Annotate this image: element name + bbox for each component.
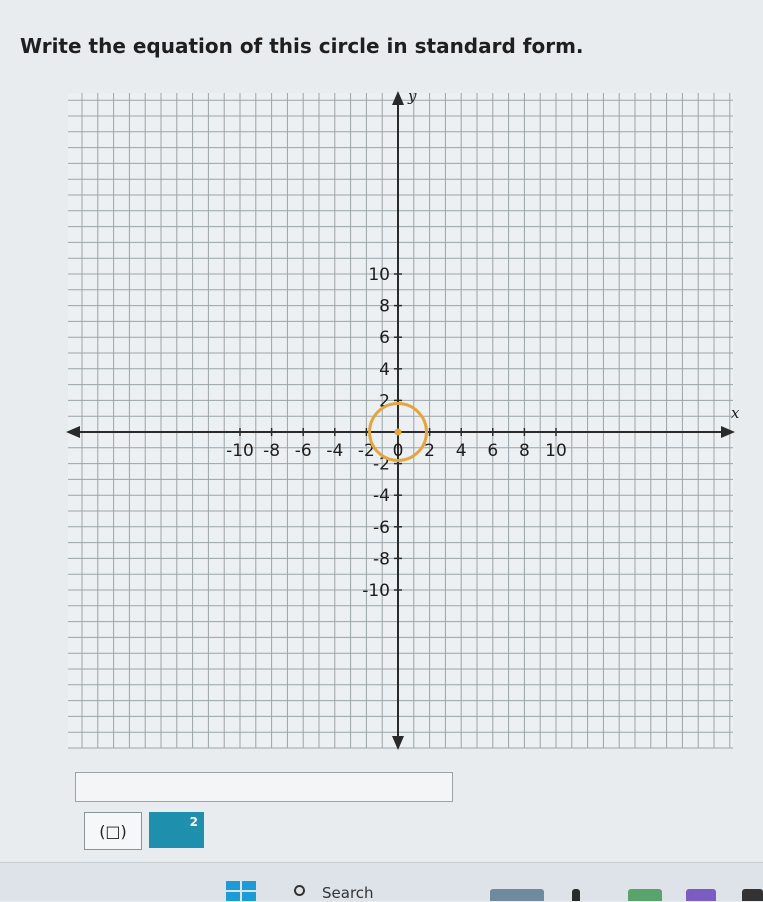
- y-tick-label: 6: [379, 328, 390, 348]
- grid-lines: [68, 93, 733, 749]
- x-axis-label: x: [731, 404, 740, 422]
- exponent-square-button[interactable]: 2: [149, 812, 204, 848]
- taskbar-search-label[interactable]: Search: [322, 884, 374, 902]
- y-tick-label: -4: [373, 486, 390, 506]
- parentheses-square-button[interactable]: (□): [84, 812, 142, 850]
- x-tick-label: 2: [424, 441, 435, 461]
- search-icon[interactable]: [294, 885, 305, 896]
- app-icon-5[interactable]: [742, 889, 763, 901]
- x-tick-label: 10: [545, 441, 567, 461]
- graph-background: [68, 93, 733, 748]
- x-tick-label: -4: [326, 441, 343, 461]
- windows-start-icon[interactable]: [226, 881, 256, 901]
- taskbar: Search: [0, 862, 763, 902]
- app-icon-1[interactable]: [490, 889, 544, 901]
- y-axis-label: y: [407, 87, 417, 105]
- answer-input[interactable]: [75, 772, 453, 802]
- x-tick-label: 4: [456, 441, 467, 461]
- y-tick-label: -8: [373, 549, 390, 569]
- x-tick-label: -6: [295, 441, 312, 461]
- y-tick-label: 4: [379, 360, 390, 380]
- exponent-label: 2: [189, 815, 198, 829]
- y-tick-label: 10: [368, 265, 390, 285]
- app-icon-2[interactable]: [572, 889, 580, 901]
- app-icon-3[interactable]: [628, 889, 662, 901]
- y-tick-label: -10: [362, 581, 390, 601]
- y-tick-label: 8: [379, 297, 390, 317]
- circle-center-point: [394, 428, 402, 436]
- app-icon-4[interactable]: [686, 889, 716, 901]
- y-tick-label: -6: [373, 518, 390, 538]
- x-tick-label: -8: [263, 441, 280, 461]
- coordinate-graph[interactable]: -10 -8 -6 -4 -2 0 2 4 6 8 10 108642-2-4-6-8-10 x y: [0, 0, 763, 770]
- x-tick-label: -10: [226, 441, 254, 461]
- x-tick-label: 8: [519, 441, 530, 461]
- x-tick-label: 0: [393, 441, 404, 461]
- x-tick-label: 6: [487, 441, 498, 461]
